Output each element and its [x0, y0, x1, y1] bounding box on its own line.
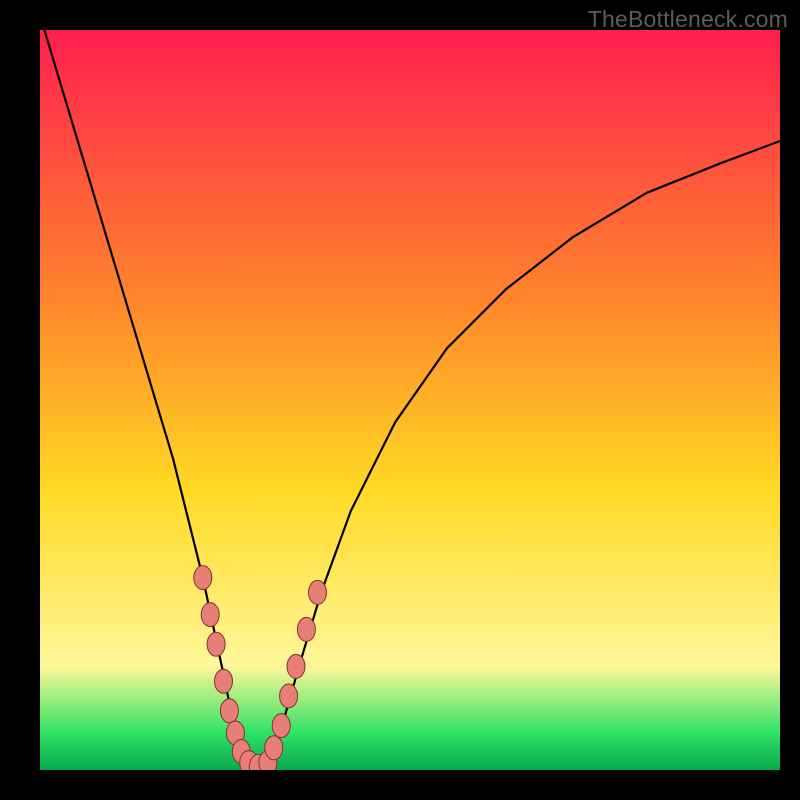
data-marker: [265, 736, 283, 760]
chart-frame: TheBottleneck.com: [0, 0, 800, 800]
bottleneck-curve: [40, 30, 780, 766]
curve-layer: [40, 30, 780, 770]
data-marker: [309, 580, 327, 604]
data-marker: [287, 654, 305, 678]
plot-area: [40, 30, 780, 770]
data-marker: [272, 714, 290, 738]
marker-group: [194, 566, 327, 770]
watermark-text: TheBottleneck.com: [588, 6, 788, 33]
data-marker: [280, 684, 298, 708]
data-marker: [201, 603, 219, 627]
data-marker: [220, 699, 238, 723]
data-marker: [215, 669, 233, 693]
data-marker: [297, 617, 315, 641]
data-marker: [194, 566, 212, 590]
data-marker: [207, 632, 225, 656]
